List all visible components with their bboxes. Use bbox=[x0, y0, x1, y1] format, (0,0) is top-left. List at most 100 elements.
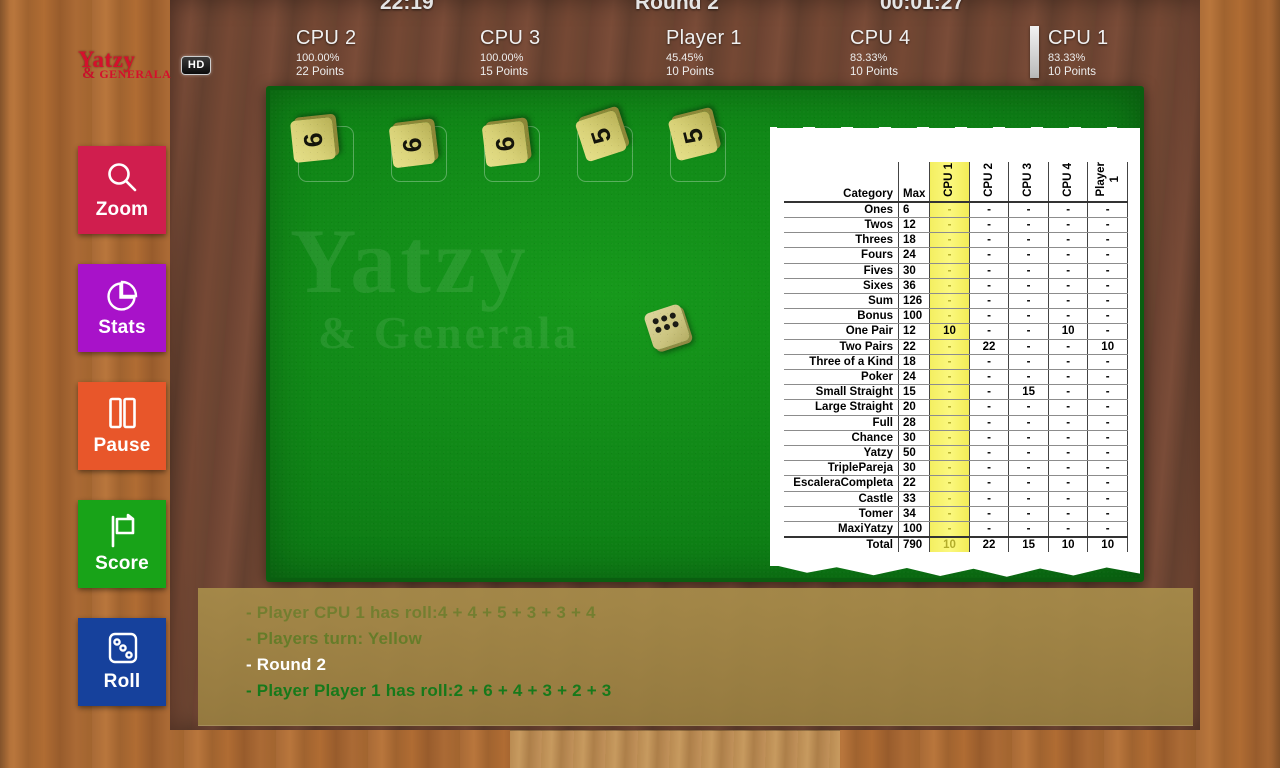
die-1[interactable]: 6 bbox=[289, 116, 337, 164]
scorecard-cell[interactable]: - bbox=[968, 247, 1009, 264]
scorecard-row[interactable]: Poker 24- - - - - bbox=[784, 369, 1128, 386]
scorecard-cell[interactable]: 10 bbox=[929, 323, 970, 340]
scorecard-cell[interactable]: - bbox=[968, 278, 1009, 294]
scorecard-cell[interactable]: - bbox=[968, 232, 1009, 249]
scorecard-cell[interactable]: - bbox=[968, 445, 1009, 462]
scorecard-row[interactable]: One Pair 12 10- -10- bbox=[784, 323, 1128, 340]
scorecard-cell[interactable]: - bbox=[929, 201, 970, 218]
scorecard-cell[interactable]: - bbox=[929, 430, 970, 446]
scorecard-cell[interactable]: - bbox=[929, 506, 970, 523]
scorecard-row[interactable]: Castle 33- - - - - bbox=[784, 491, 1128, 507]
scorecard-cell[interactable]: - bbox=[968, 430, 1009, 446]
scorecard-cell[interactable]: - bbox=[929, 369, 970, 386]
scorecard-cell[interactable]: - bbox=[1008, 460, 1049, 477]
scorecard-row[interactable]: Two Pairs 22-22- -10 bbox=[784, 339, 1128, 355]
player-panel-cpu-2[interactable]: CPU 2 100.00% 22 Points bbox=[296, 28, 481, 79]
scorecard-cell[interactable]: - bbox=[1047, 247, 1088, 264]
scorecard-row[interactable]: Fours 24- - - - - bbox=[784, 247, 1128, 264]
scorecard-row[interactable]: Small Straight 15- -15- - bbox=[784, 384, 1128, 401]
scorecard-cell[interactable]: - bbox=[1087, 354, 1128, 370]
scorecard-cell[interactable]: - bbox=[968, 506, 1009, 523]
scorecard-cell[interactable]: - bbox=[929, 384, 970, 401]
scorecard-cell[interactable]: - bbox=[1008, 506, 1049, 523]
scorecard-cell[interactable]: - bbox=[1087, 263, 1128, 279]
scorecard-cell[interactable]: - bbox=[1008, 323, 1049, 340]
scorecard-cell[interactable]: - bbox=[929, 415, 970, 431]
scorecard-cell[interactable]: - bbox=[929, 354, 970, 370]
scorecard-cell[interactable]: - bbox=[1087, 415, 1128, 431]
scorecard-cell[interactable]: - bbox=[929, 308, 970, 325]
scorecard-row[interactable]: Yatzy 50- - - - - bbox=[784, 445, 1128, 462]
scorecard-cell[interactable]: - bbox=[1047, 506, 1088, 523]
scorecard-cell[interactable]: - bbox=[1047, 339, 1088, 355]
scorecard-cell[interactable]: - bbox=[1087, 278, 1128, 294]
scorecard-cell[interactable]: - bbox=[1008, 415, 1049, 431]
scorecard-cell[interactable]: - bbox=[1008, 339, 1049, 355]
scorecard-cell[interactable]: - bbox=[1008, 445, 1049, 462]
scorecard-row[interactable]: Large Straight 20- - - - - bbox=[784, 399, 1128, 416]
scorecard-cell[interactable]: - bbox=[1087, 521, 1128, 538]
scorecard-cell[interactable]: - bbox=[929, 232, 970, 249]
scorecard-row[interactable]: EscaleraCompleta 22- - - - - bbox=[784, 475, 1128, 492]
scorecard-cell[interactable]: - bbox=[968, 323, 1009, 340]
scorecard-cell[interactable]: - bbox=[1047, 521, 1088, 538]
scorecard-cell[interactable]: - bbox=[968, 308, 1009, 325]
scorecard-cell[interactable]: - bbox=[1087, 491, 1128, 507]
scorecard-cell[interactable]: - bbox=[1008, 293, 1049, 310]
scorecard-cell[interactable]: - bbox=[1008, 201, 1049, 218]
scorecard-cell[interactable]: - bbox=[1087, 445, 1128, 462]
scorecard-cell[interactable]: - bbox=[1047, 217, 1088, 234]
scorecard-cell[interactable]: - bbox=[1008, 491, 1049, 507]
scorecard-cell[interactable]: - bbox=[1087, 430, 1128, 446]
scorecard-cell[interactable]: - bbox=[1047, 475, 1088, 492]
scorecard-cell[interactable]: - bbox=[1047, 232, 1088, 249]
scorecard-row[interactable]: Fives 30- - - - - bbox=[784, 263, 1128, 279]
scorecard-cell[interactable]: - bbox=[929, 217, 970, 234]
scorecard-cell[interactable]: - bbox=[1087, 308, 1128, 325]
scorecard-cell[interactable]: - bbox=[1047, 491, 1088, 507]
scorecard-cell[interactable]: - bbox=[1087, 460, 1128, 477]
scorecard-row[interactable]: Twos 12- - - - - bbox=[784, 217, 1128, 234]
scorecard-cell[interactable]: - bbox=[1047, 263, 1088, 279]
score-button[interactable]: Score bbox=[78, 500, 166, 588]
zoom-button[interactable]: Zoom bbox=[78, 146, 166, 234]
scorecard-cell[interactable]: - bbox=[929, 521, 970, 538]
scorecard-cell[interactable]: - bbox=[1008, 354, 1049, 370]
scorecard-cell[interactable]: - bbox=[1047, 445, 1088, 462]
roll-button[interactable]: Roll bbox=[78, 618, 166, 706]
scorecard-cell[interactable]: - bbox=[929, 293, 970, 310]
scorecard-cell[interactable]: - bbox=[1008, 399, 1049, 416]
die-2[interactable]: 6 bbox=[388, 121, 436, 169]
scorecard-row[interactable]: Ones 6- - - - - bbox=[784, 201, 1128, 218]
scorecard-cell[interactable]: - bbox=[929, 475, 970, 492]
die-3[interactable]: 6 bbox=[481, 120, 529, 168]
scorecard-cell[interactable]: - bbox=[1008, 521, 1049, 538]
scorecard-row[interactable]: Tomer 34- - - - - bbox=[784, 506, 1128, 523]
scorecard-cell[interactable]: - bbox=[1087, 293, 1128, 310]
scorecard-cell[interactable]: - bbox=[929, 399, 970, 416]
scorecard-table[interactable]: Category Max CPU 1 CPU 2 CPU 3 CPU 4 Pla… bbox=[784, 162, 1128, 553]
scorecard-cell[interactable]: 10 bbox=[1047, 323, 1088, 340]
scorecard-cell[interactable]: - bbox=[1087, 369, 1128, 386]
scorecard-cell[interactable]: - bbox=[968, 263, 1009, 279]
scorecard-cell[interactable]: - bbox=[968, 521, 1009, 538]
scorecard-cell[interactable]: - bbox=[1008, 263, 1049, 279]
scorecard-cell[interactable]: - bbox=[1087, 232, 1128, 249]
scorecard-cell[interactable]: - bbox=[968, 354, 1009, 370]
scorecard-cell[interactable]: - bbox=[1008, 247, 1049, 264]
scorecard-row[interactable]: Chance 30- - - - - bbox=[784, 430, 1128, 446]
scorecard-row[interactable]: Threes 18- - - - - bbox=[784, 232, 1128, 249]
scorecard-row[interactable]: Full 28- - - - - bbox=[784, 415, 1128, 431]
scorecard-cell[interactable]: - bbox=[1087, 399, 1128, 416]
scorecard-cell[interactable]: - bbox=[929, 263, 970, 279]
scorecard-cell[interactable]: - bbox=[929, 460, 970, 477]
scorecard-cell[interactable]: - bbox=[929, 445, 970, 462]
scorecard-cell[interactable]: - bbox=[929, 278, 970, 294]
scorecard-cell[interactable]: - bbox=[929, 491, 970, 507]
scorecard-cell[interactable]: - bbox=[1008, 369, 1049, 386]
scorecard-cell[interactable]: - bbox=[1008, 475, 1049, 492]
die-loose[interactable] bbox=[643, 303, 691, 351]
scorecard-cell[interactable]: 22 bbox=[968, 339, 1009, 355]
player-panel-cpu-4[interactable]: CPU 4 83.33% 10 Points bbox=[850, 28, 1035, 79]
scorecard-row[interactable]: Three of a Kind 18- - - - - bbox=[784, 354, 1128, 370]
